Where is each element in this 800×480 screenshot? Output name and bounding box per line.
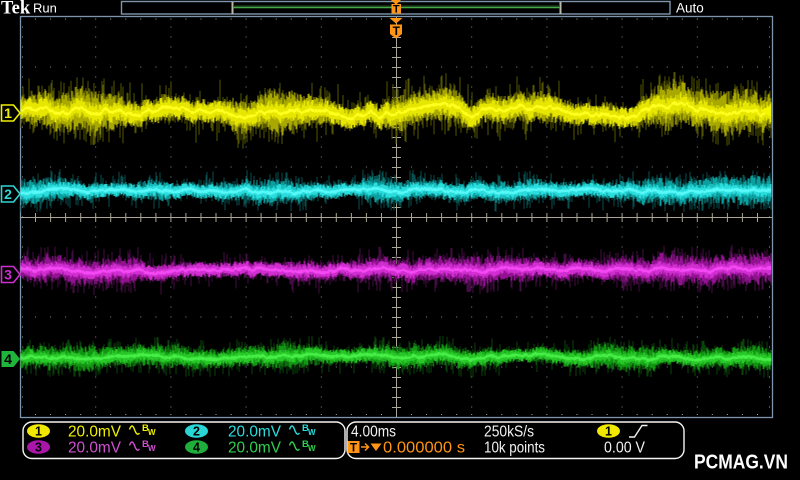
svg-text:1: 1 <box>35 425 42 439</box>
svg-text:20.0mV: 20.0mV <box>68 440 121 457</box>
svg-text:0.00 V: 0.00 V <box>604 440 645 457</box>
svg-text:T: T <box>393 4 400 16</box>
svg-text:20.0mV: 20.0mV <box>228 424 281 441</box>
svg-text:Tek: Tek <box>1 0 31 19</box>
svg-text:20.0mV: 20.0mV <box>68 424 121 441</box>
svg-text:2: 2 <box>193 425 200 439</box>
svg-text:PCMAG.VN: PCMAG.VN <box>694 452 788 474</box>
svg-text:1: 1 <box>4 105 12 121</box>
svg-text:1: 1 <box>605 425 612 439</box>
svg-text:250kS/s: 250kS/s <box>484 424 534 441</box>
svg-text:3: 3 <box>4 267 12 283</box>
svg-text:4.00ms: 4.00ms <box>351 424 396 441</box>
svg-text:T: T <box>350 443 357 455</box>
svg-text:W: W <box>148 444 156 453</box>
svg-text:2: 2 <box>4 186 12 202</box>
svg-text:0.000000 s: 0.000000 s <box>383 440 465 457</box>
svg-text:W: W <box>148 428 156 437</box>
svg-text:T: T <box>393 24 401 38</box>
svg-text:4: 4 <box>4 351 12 367</box>
svg-text:20.0mV: 20.0mV <box>228 440 281 457</box>
svg-text:3: 3 <box>35 441 42 455</box>
svg-text:Run: Run <box>33 1 57 16</box>
svg-text:W: W <box>308 428 316 437</box>
svg-text:Auto: Auto <box>676 1 704 16</box>
svg-text:10k points: 10k points <box>484 440 545 457</box>
svg-text:W: W <box>308 444 316 453</box>
svg-text:4: 4 <box>193 441 200 455</box>
